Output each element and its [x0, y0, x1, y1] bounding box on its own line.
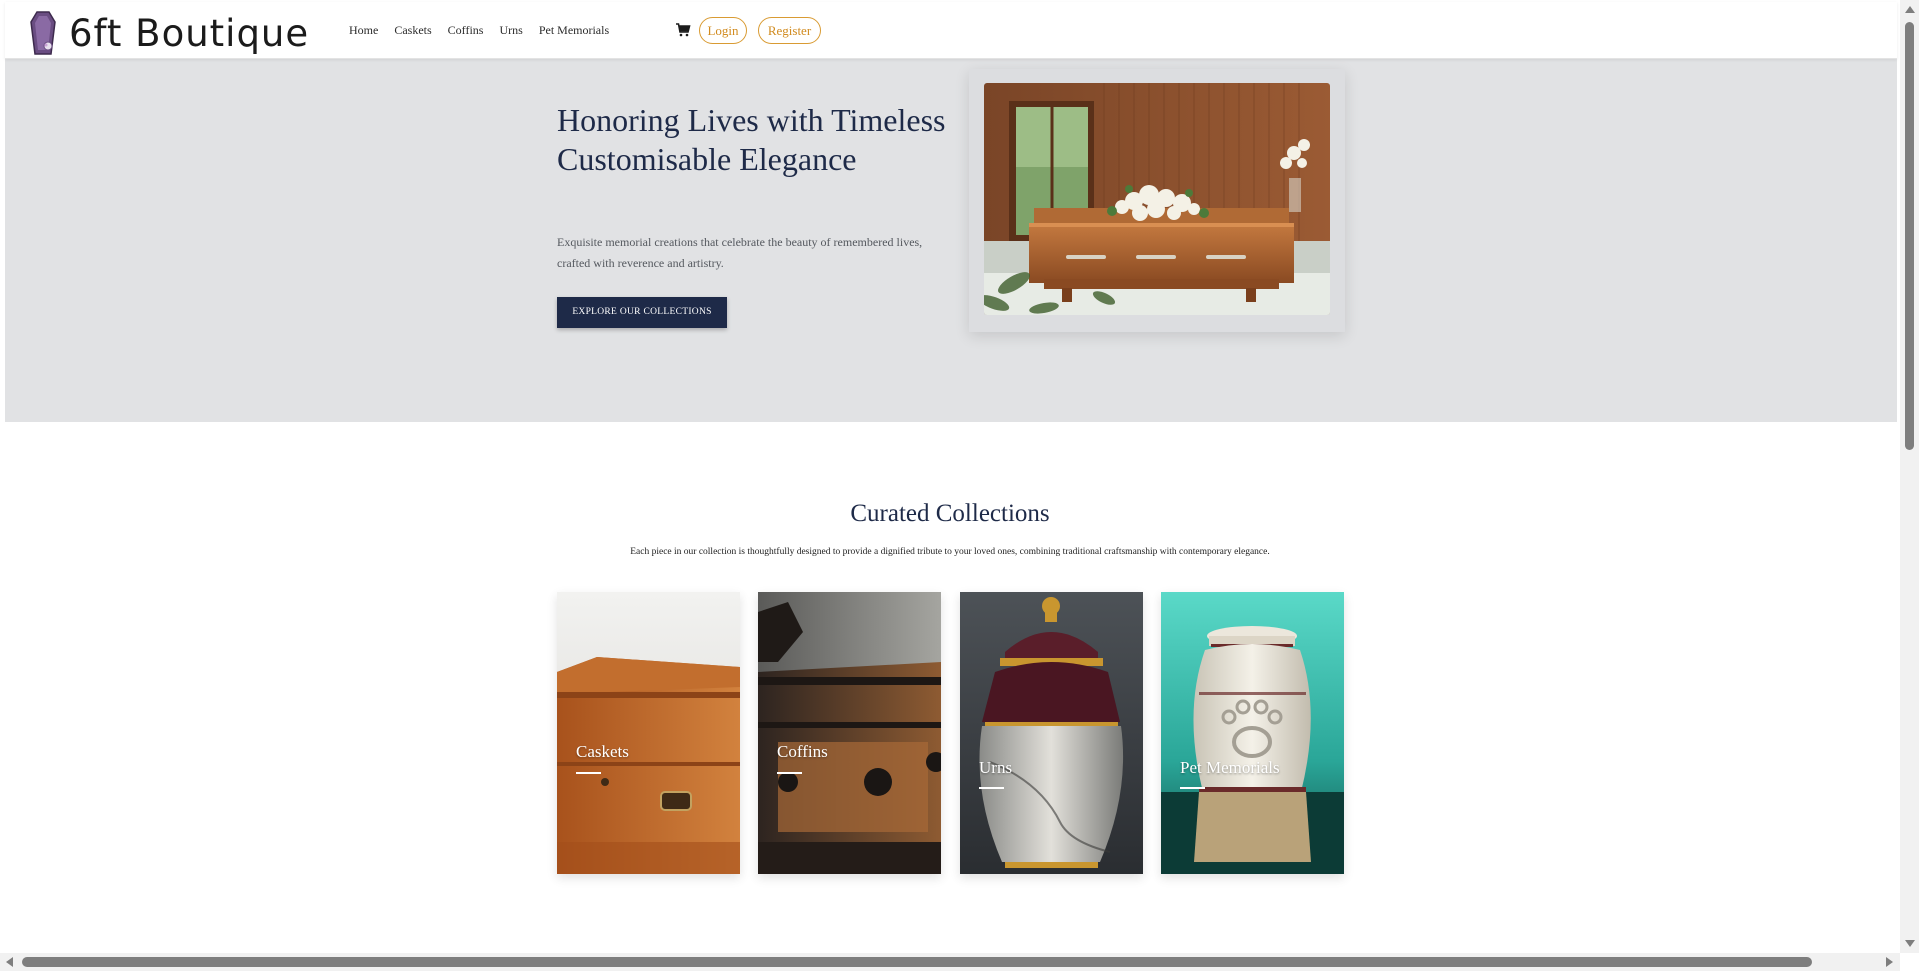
card-underline — [777, 772, 802, 774]
nav-caskets[interactable]: Caskets — [394, 23, 431, 38]
main-nav: Home Caskets Coffins Urns Pet Memorials — [349, 23, 625, 38]
pet-urn-image — [1161, 592, 1344, 874]
collections-title: Curated Collections — [850, 500, 1050, 527]
vertical-scrollbar-thumb[interactable] — [1905, 22, 1914, 450]
card-label-pet-memorials: Pet Memorials — [1180, 758, 1280, 777]
card-underline — [1180, 787, 1205, 789]
login-button[interactable]: Login — [699, 17, 747, 44]
hero-casket-image — [984, 83, 1330, 315]
register-button[interactable]: Register — [758, 17, 821, 44]
collection-card-coffins[interactable]: Coffins — [758, 592, 941, 874]
brand-name: 6ft Boutique — [69, 12, 310, 55]
horizontal-scrollbar-thumb[interactable] — [22, 957, 1812, 967]
coffin-image — [758, 592, 941, 874]
collection-card-pet-memorials[interactable]: Pet Memorials — [1161, 592, 1344, 874]
collection-card-urns[interactable]: Urns — [960, 592, 1143, 874]
collection-card-caskets[interactable]: Caskets — [557, 592, 740, 874]
casket-image — [557, 592, 740, 874]
logo[interactable]: 6ft Boutique — [27, 6, 309, 62]
scroll-right-arrow-icon[interactable] — [1886, 957, 1893, 967]
urn-image — [960, 592, 1143, 874]
nav-home[interactable]: Home — [349, 23, 378, 38]
hero-subtitle: Exquisite memorial creations that celebr… — [557, 235, 923, 270]
hero-section: Honoring Lives with Timeless Customisabl… — [5, 58, 1897, 422]
explore-collections-button[interactable]: EXPLORE OUR COLLECTIONS — [557, 297, 727, 328]
card-label-caskets: Caskets — [576, 742, 629, 761]
site-header: 6ft Boutique Home Caskets Coffins Urns P… — [5, 2, 1897, 59]
scroll-down-arrow-icon[interactable] — [1905, 940, 1915, 947]
nav-urns[interactable]: Urns — [499, 23, 522, 38]
card-underline — [979, 787, 1004, 789]
collections-subtitle: Each piece in our collection is thoughtf… — [630, 547, 1270, 557]
nav-coffins[interactable]: Coffins — [448, 23, 484, 38]
hero-title: Honoring Lives with Timeless Customisabl… — [557, 102, 946, 177]
hero-image-frame — [969, 69, 1345, 332]
cart-icon[interactable] — [675, 22, 691, 38]
card-label-urns: Urns — [979, 758, 1013, 777]
scroll-left-arrow-icon[interactable] — [6, 957, 13, 967]
scroll-up-arrow-icon[interactable] — [1905, 6, 1915, 13]
card-underline — [576, 772, 601, 774]
coffin-logo-icon — [30, 11, 56, 55]
nav-pet-memorials[interactable]: Pet Memorials — [539, 23, 609, 38]
card-label-coffins: Coffins — [777, 742, 828, 761]
